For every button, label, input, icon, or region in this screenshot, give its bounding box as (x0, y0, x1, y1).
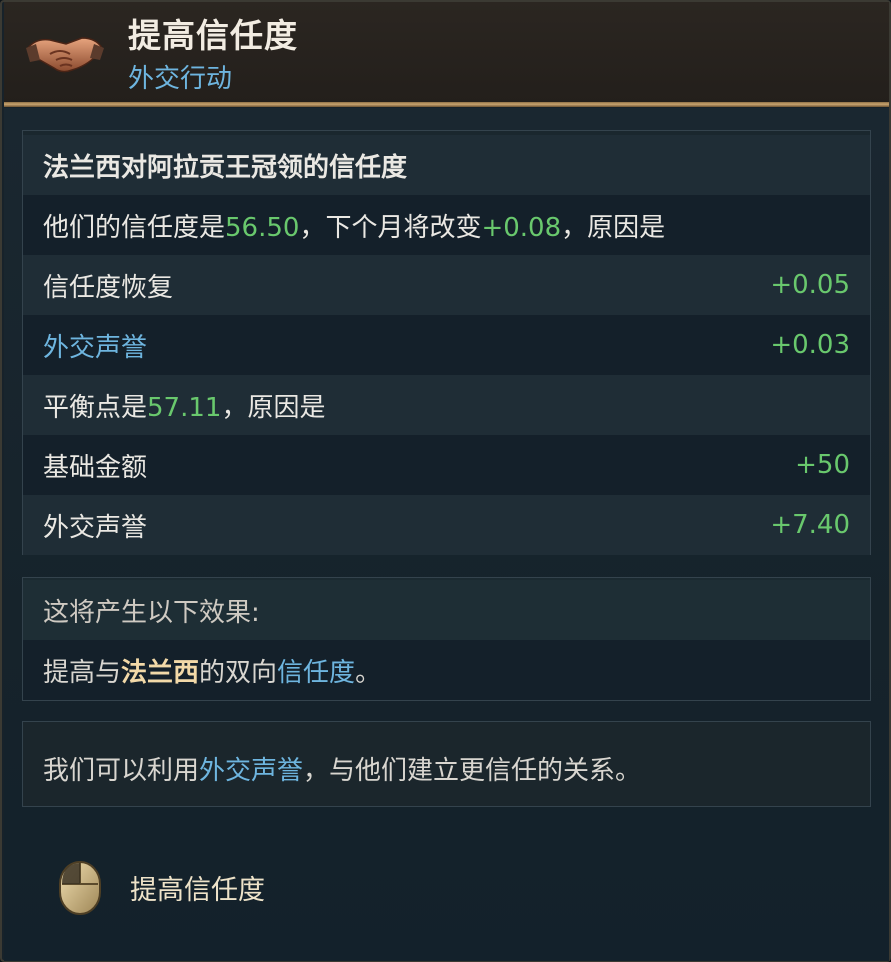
trust-summary-prefix: 他们的信任度是 (43, 212, 226, 243)
equilibrium-factor-value: +7.40 (770, 510, 850, 540)
equilibrium-factor-label: 基础金额 (43, 452, 148, 483)
effect-suffix: 。 (355, 657, 382, 688)
trust-summary-row: 他们的信任度是56.50，下个月将改变+0.08，原因是 (23, 195, 870, 255)
tooltip-header: 提高信任度 外交行动 (4, 2, 889, 104)
trust-summary-text: 他们的信任度是56.50，下个月将改变+0.08，原因是 (43, 207, 850, 244)
equilibrium-factor-row: 基础金额 +50 (23, 435, 870, 495)
equilibrium-suffix: ，原因是 (221, 392, 326, 423)
change-factor-row[interactable]: 外交声誉 +0.03 (23, 315, 870, 375)
note-prefix: 我们可以利用 (43, 756, 200, 786)
tooltip-title: 提高信任度 (128, 16, 298, 55)
note-panel: 我们可以利用外交声誉，与他们建立更信任的关系。 (22, 721, 871, 807)
effect-country[interactable]: 法兰西 (121, 658, 199, 688)
change-factor-row: 信任度恢复 +0.05 (23, 255, 870, 315)
change-factor-label: 信任度恢复 (43, 272, 174, 303)
trust-panel: 法兰西对阿拉贡王冠领的信任度 他们的信任度是56.50，下个月将改变+0.08，… (22, 130, 871, 555)
mouse-icon (59, 861, 101, 915)
equilibrium-factor-value: +50 (795, 450, 850, 480)
effect-text: 提高与法兰西的双向信任度。 (43, 652, 850, 689)
trust-summary-suffix: ，原因是 (561, 212, 666, 243)
effects-heading-row: 这将产生以下效果: (23, 580, 870, 640)
effects-heading: 这将产生以下效果: (43, 597, 260, 628)
action-label: 提高信任度 (130, 875, 265, 906)
change-factor-value: +0.05 (770, 270, 850, 300)
trust-value: 56.50 (225, 212, 300, 243)
effects-row: 提高与法兰西的双向信任度。 (23, 640, 870, 700)
diplomatic-reputation-link[interactable]: 外交声誉 (43, 327, 770, 364)
note-suffix: ，与他们建立更信任的关系。 (303, 756, 642, 786)
effects-panel: 这将产生以下效果: 提高与法兰西的双向信任度。 (22, 577, 871, 701)
note-text: 我们可以利用外交声誉，与他们建立更信任的关系。 (43, 750, 641, 787)
effect-mid: 的双向 (199, 657, 278, 688)
equilibrium-row: 平衡点是57.11，原因是 (23, 375, 870, 435)
note-link[interactable]: 外交声誉 (199, 756, 303, 786)
equilibrium-value: 57.11 (147, 392, 222, 423)
trust-link[interactable]: 信任度 (277, 658, 355, 688)
trust-tooltip: 提高信任度 外交行动 法兰西对阿拉贡王冠领的信任度 他们的信任度是56.50，下… (0, 0, 891, 962)
equilibrium-prefix: 平衡点是 (43, 392, 148, 423)
tooltip-subtitle: 外交行动 (128, 64, 233, 94)
header-divider (4, 102, 889, 107)
handshake-icon (26, 37, 104, 73)
trust-summary-mid: ，下个月将改变 (299, 212, 482, 243)
trust-panel-heading: 法兰西对阿拉贡王冠领的信任度 (23, 135, 870, 195)
equilibrium-text: 平衡点是57.11，原因是 (43, 387, 850, 424)
trust-heading-text: 法兰西对阿拉贡王冠领的信任度 (43, 152, 408, 183)
trust-change-value: +0.08 (481, 212, 562, 243)
change-factor-value: +0.03 (770, 330, 850, 360)
effect-prefix: 提高与 (43, 657, 122, 688)
equilibrium-factor-label: 外交声誉 (43, 512, 148, 543)
equilibrium-factor-row: 外交声誉 +7.40 (23, 495, 870, 555)
